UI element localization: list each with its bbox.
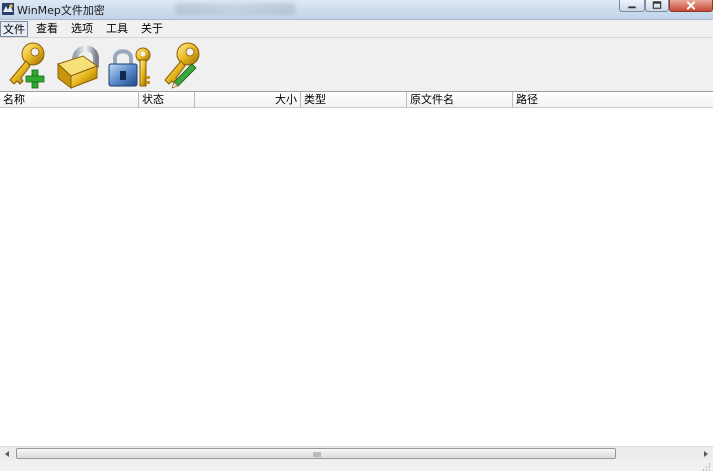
key-add-icon <box>9 42 45 89</box>
edit-key-button[interactable] <box>156 40 206 90</box>
menu-view[interactable]: 查看 <box>34 21 60 37</box>
minimize-button[interactable] <box>619 0 645 12</box>
scroll-left-button[interactable] <box>1 448 14 460</box>
window-title: WinMep文件加密 <box>17 4 105 17</box>
column-header-size[interactable]: 大小 <box>195 92 301 108</box>
file-list[interactable] <box>0 108 713 446</box>
menu-file[interactable]: 文件 <box>0 21 28 37</box>
arrow-left-icon <box>5 451 9 457</box>
resize-grip-icon[interactable] <box>700 461 712 471</box>
menu-tools[interactable]: 工具 <box>104 21 130 37</box>
title-blurred-region <box>175 3 295 15</box>
scrollbar-thumb[interactable] <box>16 448 616 459</box>
grip-icon <box>313 452 321 457</box>
lock-button[interactable] <box>53 40 103 90</box>
title-bar[interactable]: WinMep文件加密 <box>0 0 713 20</box>
scroll-right-button[interactable] <box>699 448 712 460</box>
close-button[interactable] <box>669 0 713 12</box>
maximize-button[interactable] <box>645 0 669 12</box>
padlock-icon <box>57 45 99 90</box>
menu-bar: 文件 查看 选项 工具 关于 <box>0 20 713 38</box>
arrow-right-icon <box>704 451 708 457</box>
toolbar <box>0 38 713 92</box>
list-header: 名称 状态 大小 类型 原文件名 路径 <box>0 92 713 108</box>
column-header-type[interactable]: 类型 <box>301 92 407 108</box>
maximize-icon <box>652 1 662 9</box>
unlock-button[interactable] <box>105 40 155 90</box>
minimize-icon <box>628 6 636 9</box>
status-bar <box>0 460 713 471</box>
app-icon <box>2 3 14 15</box>
column-header-status[interactable]: 状态 <box>139 92 195 108</box>
column-header-path[interactable]: 路径 <box>513 92 713 108</box>
menu-about[interactable]: 关于 <box>139 21 165 37</box>
padlock-key-icon <box>108 47 151 87</box>
key-edit-icon <box>164 42 200 89</box>
close-icon <box>686 1 696 10</box>
horizontal-scrollbar[interactable] <box>0 446 713 460</box>
column-header-original-filename[interactable]: 原文件名 <box>407 92 513 108</box>
menu-options[interactable]: 选项 <box>69 21 95 37</box>
add-key-button[interactable] <box>2 40 52 90</box>
column-header-name[interactable]: 名称 <box>0 92 139 108</box>
